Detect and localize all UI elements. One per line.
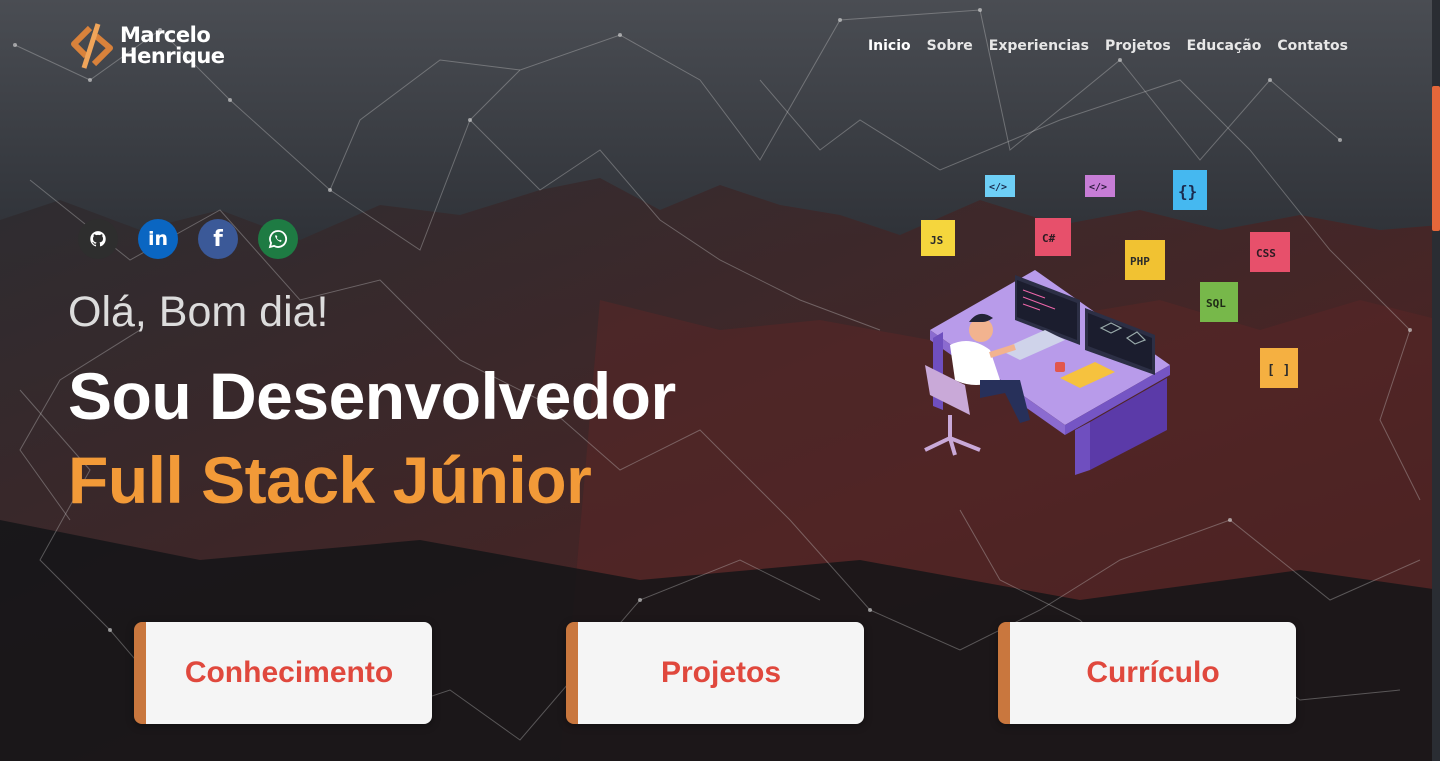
logo-first-name: Marcelo <box>120 23 211 47</box>
tag-css: CSS <box>1256 247 1276 260</box>
logo[interactable]: Marcelo Henrique <box>70 20 225 72</box>
github-link[interactable] <box>78 219 118 259</box>
logo-text: Marcelo Henrique <box>120 25 225 67</box>
code-logo-icon <box>71 23 113 69</box>
developer-illustration: </> </> {} JS C# PHP CSS SQL [ ] <box>921 170 1298 475</box>
facebook-icon: f <box>213 226 223 252</box>
main-nav: Inicio Sobre Experiencias Projetos Educa… <box>868 38 1348 54</box>
nav-item-experiencias[interactable]: Experiencias <box>989 38 1089 54</box>
nav-item-contatos[interactable]: Contatos <box>1277 38 1348 54</box>
tag-php: PHP <box>1130 255 1150 268</box>
linkedin-icon: in <box>147 228 169 250</box>
hero-title: Sou Desenvolvedor <box>68 359 676 433</box>
nav-item-inicio[interactable]: Inicio <box>868 38 911 54</box>
tag-csharp: C# <box>1042 232 1056 245</box>
tag-js: JS <box>930 234 943 247</box>
facebook-link[interactable]: f <box>198 219 238 259</box>
card-conhecimento[interactable]: Conhecimento <box>134 622 432 724</box>
nav-item-sobre[interactable]: Sobre <box>927 38 973 54</box>
tag-html-right: </> <box>1089 182 1107 193</box>
tag-brackets: [ ] <box>1267 363 1290 378</box>
scrollbar-thumb[interactable] <box>1432 86 1440 231</box>
social-links: in f <box>78 219 298 259</box>
card-curriculo-label: Currículo <box>1086 656 1220 689</box>
tag-braces: {} <box>1178 182 1197 201</box>
hero-subtitle: Full Stack Júnior <box>68 443 592 517</box>
nav-item-educacao[interactable]: Educação <box>1187 38 1262 54</box>
whatsapp-icon <box>268 230 287 249</box>
card-projetos[interactable]: Projetos <box>566 622 864 724</box>
whatsapp-link[interactable] <box>258 219 298 259</box>
github-icon <box>90 231 106 247</box>
greeting: Olá, Bom dia! <box>68 288 329 336</box>
site-header: Marcelo Henrique Inicio Sobre Experienci… <box>0 0 1432 90</box>
nav-item-projetos[interactable]: Projetos <box>1105 38 1171 54</box>
card-conhecimento-label: Conhecimento <box>184 656 394 689</box>
card-projetos-label: Projetos <box>660 656 782 689</box>
tag-sql: SQL <box>1206 297 1226 310</box>
linkedin-link[interactable]: in <box>138 219 178 259</box>
card-curriculo[interactable]: Currículo <box>998 622 1296 724</box>
logo-last-name: Henrique <box>120 44 225 68</box>
tag-html-left: </> <box>989 182 1007 193</box>
scrollbar[interactable] <box>1432 0 1440 761</box>
